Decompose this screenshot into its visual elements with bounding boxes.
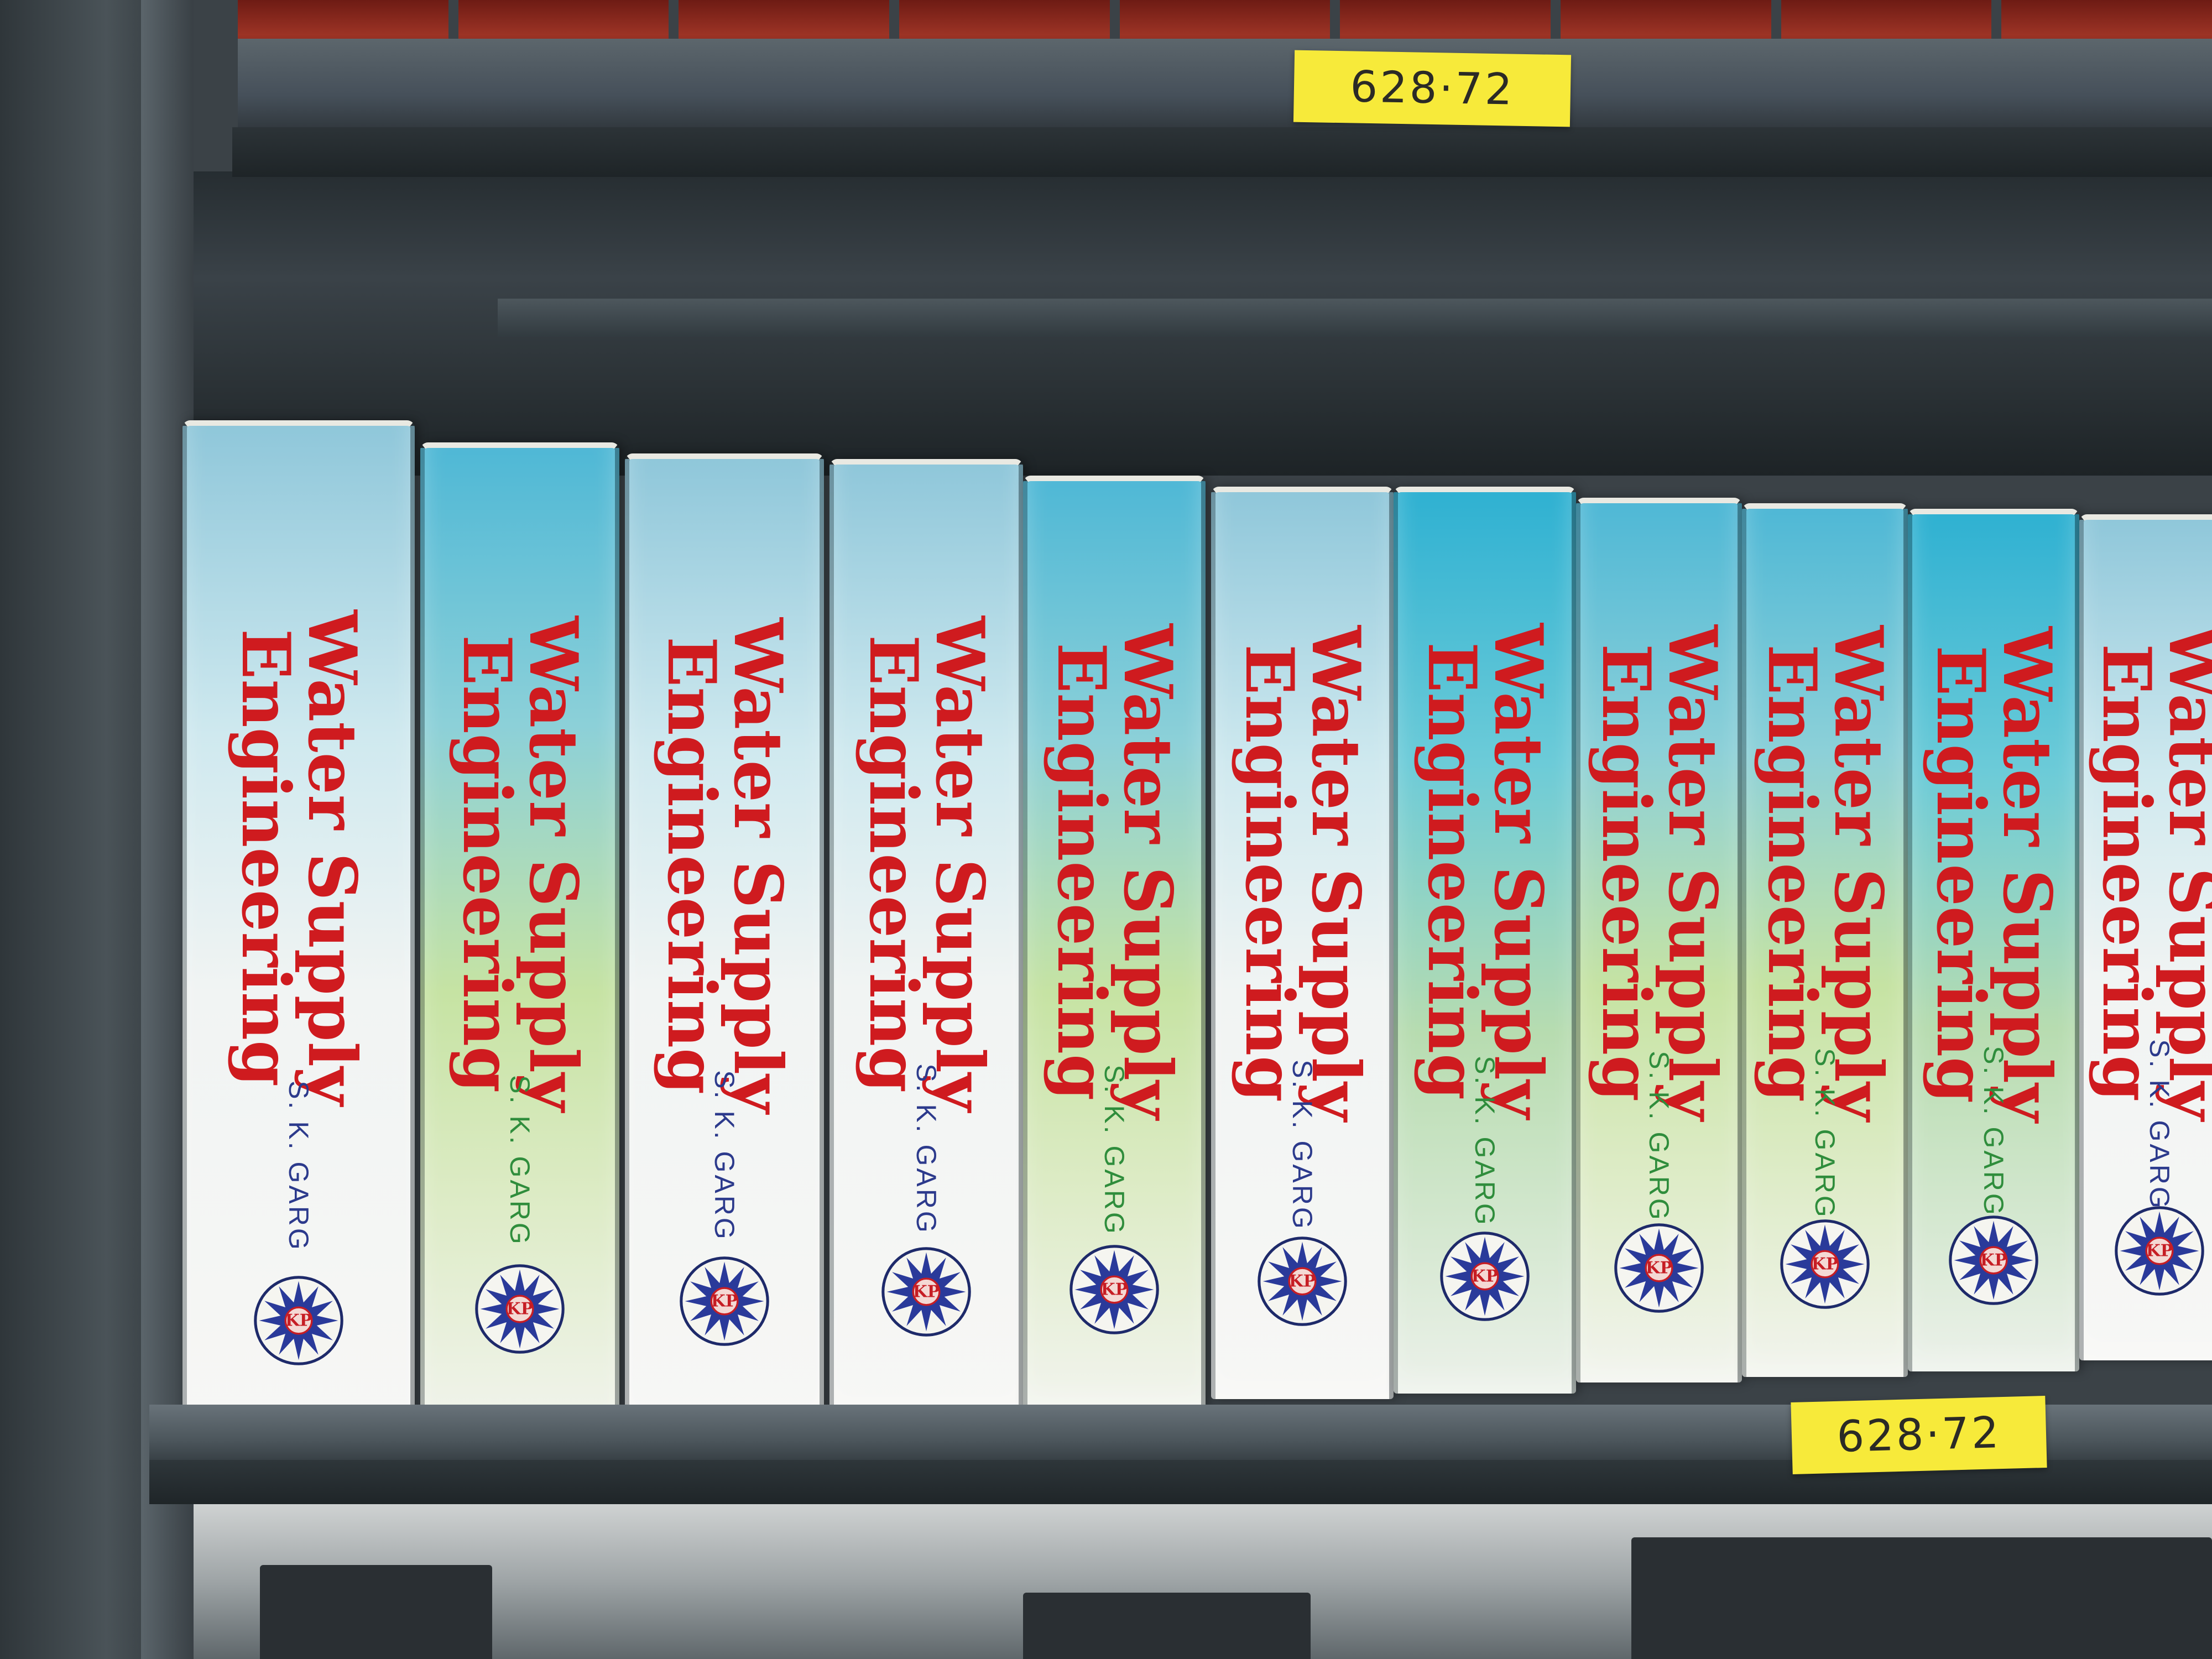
top-shelf bbox=[238, 39, 2212, 133]
publisher-mark-text: KP bbox=[1811, 1254, 1839, 1274]
lower-shelf-item bbox=[1631, 1537, 2212, 1659]
book-author: S. K. GARG bbox=[1978, 1046, 2009, 1217]
book-title-line2: Engineering bbox=[1753, 644, 1831, 1103]
book-author: S. K. GARG bbox=[1469, 1055, 1500, 1227]
book-title-line2: Engineering bbox=[1413, 641, 1491, 1100]
book-title: Water Supply Engineering bbox=[1587, 624, 1731, 1120]
book-spine: Water Supply Engineering S. K. GARG KP bbox=[420, 442, 619, 1438]
book-title: Water Supply Engineering bbox=[1413, 623, 1557, 1119]
book-author: S. K. GARG bbox=[283, 1081, 314, 1252]
book-title-line2: Engineering bbox=[448, 634, 526, 1093]
book-title: Water Supply Engineering bbox=[1753, 625, 1897, 1121]
book-title-line1: Water Supply bbox=[1109, 623, 1187, 1119]
book-title-line1: Water Supply bbox=[1297, 625, 1375, 1121]
lower-shelf-item bbox=[260, 1565, 492, 1659]
publisher-mark-text: KP bbox=[1288, 1271, 1316, 1291]
book-title-line1: Water Supply bbox=[921, 616, 999, 1112]
publisher-mark-text: KP bbox=[912, 1282, 940, 1302]
book-spine: Water Supply Engineering S. K. GARG KP bbox=[2079, 514, 2212, 1360]
book-title-line2: Engineering bbox=[1587, 643, 1665, 1102]
book-spine: Water Supply Engineering S. K. GARG KP bbox=[625, 453, 824, 1427]
book-title: Water Supply Engineering bbox=[227, 610, 371, 1106]
book-spine: Water Supply Engineering S. K. GARG KP bbox=[1394, 487, 1576, 1394]
book-author: S. K. GARG bbox=[1809, 1048, 1840, 1220]
book-spine: Water Supply Engineering S. K. GARG KP bbox=[1742, 503, 1908, 1377]
book-spine: Water Supply Engineering S. K. GARG KP bbox=[182, 420, 415, 1454]
book-title: Water Supply Engineering bbox=[854, 616, 999, 1112]
book-title-line1: Water Supply bbox=[1819, 625, 1897, 1121]
book-title-line1: Water Supply bbox=[1479, 623, 1557, 1119]
book-author: S. K. GARG bbox=[2144, 1039, 2175, 1211]
call-number-tag-top: 628·72 bbox=[1293, 50, 1572, 127]
lower-shelf-area bbox=[194, 1504, 2212, 1659]
publisher-mark-text: KP bbox=[2146, 1241, 2173, 1261]
book-title-line1: Water Supply bbox=[719, 618, 797, 1113]
shelf-photo: 628·72 Water Supply Engineering S. K. GARG… bbox=[0, 0, 2212, 1659]
book-spine: Water Supply Engineering S. K. GARG KP bbox=[830, 459, 1023, 1416]
call-number-text: 628·72 bbox=[1349, 62, 1515, 115]
book-title: Water Supply Engineering bbox=[448, 615, 592, 1112]
book-title-line2: Engineering bbox=[1042, 642, 1120, 1100]
book-title: Water Supply Engineering bbox=[1042, 623, 1187, 1119]
book-title: Water Supply Engineering bbox=[1230, 625, 1375, 1121]
publisher-mark-text: KP bbox=[1980, 1250, 2007, 1270]
book-title-line2: Engineering bbox=[653, 636, 731, 1095]
book-spine: Water Supply Engineering S. K. GARG KP bbox=[1908, 509, 2079, 1371]
call-number-tag-bottom: 628·72 bbox=[1791, 1396, 2047, 1474]
book-author: S. K. GARG bbox=[709, 1070, 740, 1241]
book-spine: Water Supply Engineering S. K. GARG KP bbox=[1576, 498, 1742, 1383]
lower-shelf-item bbox=[1023, 1593, 1311, 1659]
book-author: S. K. GARG bbox=[1099, 1064, 1130, 1236]
publisher-mark-text: KP bbox=[1100, 1280, 1128, 1300]
book-spine: Water Supply Engineering S. K. GARG KP bbox=[1023, 476, 1206, 1410]
shelf-back-ledge bbox=[498, 299, 2212, 337]
book-title-line2: Engineering bbox=[1230, 644, 1308, 1102]
top-shelf-lip bbox=[232, 127, 2212, 177]
book-title-line2: Engineering bbox=[227, 629, 305, 1087]
publisher-mark-text: KP bbox=[1645, 1258, 1673, 1278]
book-author: S. K. GARG bbox=[911, 1063, 942, 1235]
book-title-line2: Engineering bbox=[854, 635, 932, 1093]
book-title-line1: Water Supply bbox=[514, 615, 592, 1112]
book-title-line1: Water Supply bbox=[293, 610, 371, 1106]
book-author: S. K. GARG bbox=[504, 1075, 535, 1246]
book-title-line1: Water Supply bbox=[1653, 624, 1731, 1120]
book-author: S. K. GARG bbox=[1287, 1060, 1318, 1231]
book-title: Water Supply Engineering bbox=[653, 618, 797, 1113]
publisher-mark-text: KP bbox=[506, 1299, 534, 1319]
publisher-mark-text: KP bbox=[711, 1291, 738, 1311]
call-number-text: 628·72 bbox=[1836, 1408, 2002, 1462]
book-author: S. K. GARG bbox=[1644, 1051, 1674, 1222]
publisher-mark-text: KP bbox=[285, 1311, 312, 1331]
publisher-mark-text: KP bbox=[1471, 1266, 1499, 1286]
book-spine: Water Supply Engineering S. K. GARG KP bbox=[1211, 487, 1394, 1399]
